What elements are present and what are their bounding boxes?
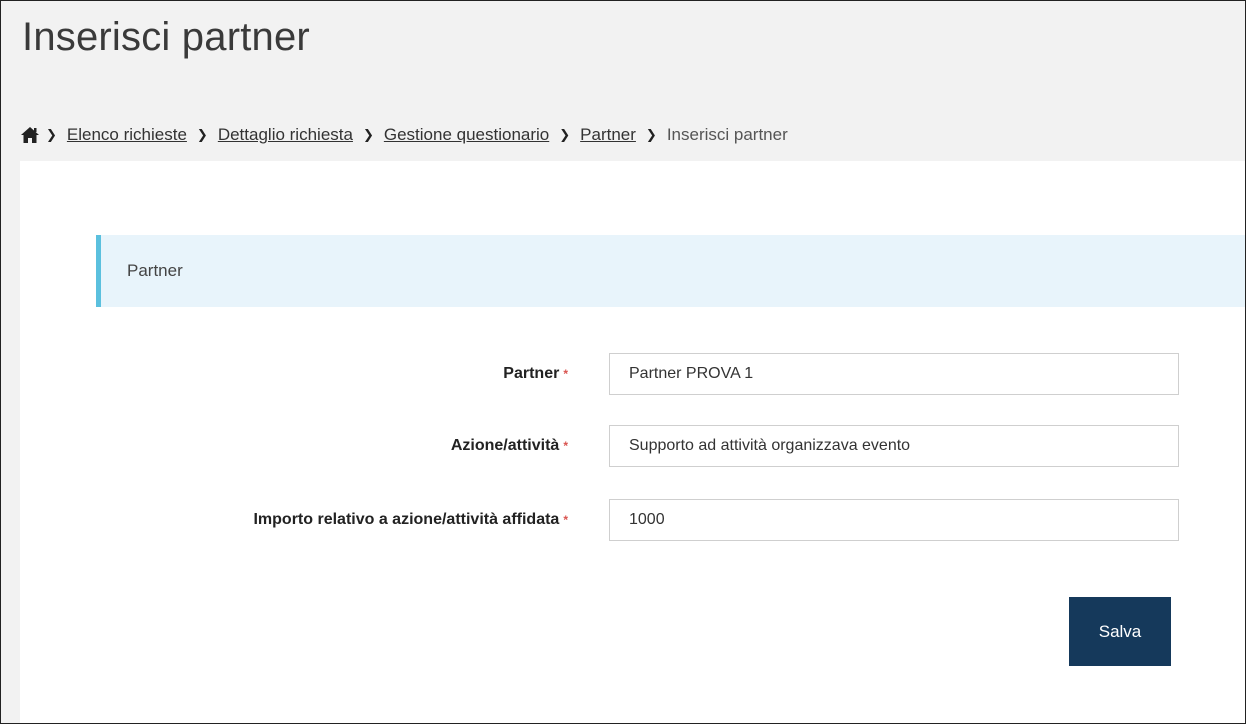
app-frame: Inserisci partner ❯ Elenco richieste ❯ D… [0,0,1246,724]
importo-input[interactable] [609,499,1179,541]
breadcrumb-link-gestione-questionario[interactable]: Gestione questionario [384,125,549,145]
page-title: Inserisci partner [22,15,310,59]
chevron-right-icon: ❯ [559,127,571,142]
breadcrumb-link-partner[interactable]: Partner [580,125,636,145]
home-icon[interactable] [20,126,40,144]
chevron-right-icon: ❯ [46,127,57,142]
azione-attivita-label: Azione/attività * [451,437,568,455]
breadcrumb-current: Inserisci partner [666,125,788,144]
form-row-partner: Partner * [20,353,1245,395]
azione-attivita-input[interactable] [609,425,1179,467]
importo-label: Importo relativo a azione/attività affid… [253,511,568,529]
required-marker: * [563,366,568,381]
chevron-right-icon: ❯ [362,127,374,142]
form-card: Partner Partner* Azione/attività* Import… [20,161,1245,723]
save-button[interactable]: Salva [1069,597,1171,666]
required-marker: * [563,438,568,453]
breadcrumb: ❯ Elenco richieste ❯ Dettaglio richiesta… [20,125,788,145]
chevron-right-icon: ❯ [196,127,208,142]
importo-label-text: Importo relativo a azione/attività affid… [253,511,560,528]
azione-attivita-label-text: Azione/attività [450,437,560,454]
form-row-azione: Azione/attività * [20,425,1245,467]
required-marker: * [563,512,568,527]
form-row-importo: Importo relativo a azione/attività affid… [20,499,1245,541]
panel-heading: Partner [96,235,1245,307]
panel-heading-title: Partner [127,261,183,280]
breadcrumb-link-dettaglio-richiesta[interactable]: Dettaglio richiesta [218,125,353,145]
partner-input[interactable] [609,353,1179,395]
chevron-right-icon: ❯ [645,127,657,142]
partner-label-text: Partner [503,365,560,382]
partner-label: Partner * [503,365,568,383]
breadcrumb-link-elenco-richieste[interactable]: Elenco richieste [67,125,187,145]
